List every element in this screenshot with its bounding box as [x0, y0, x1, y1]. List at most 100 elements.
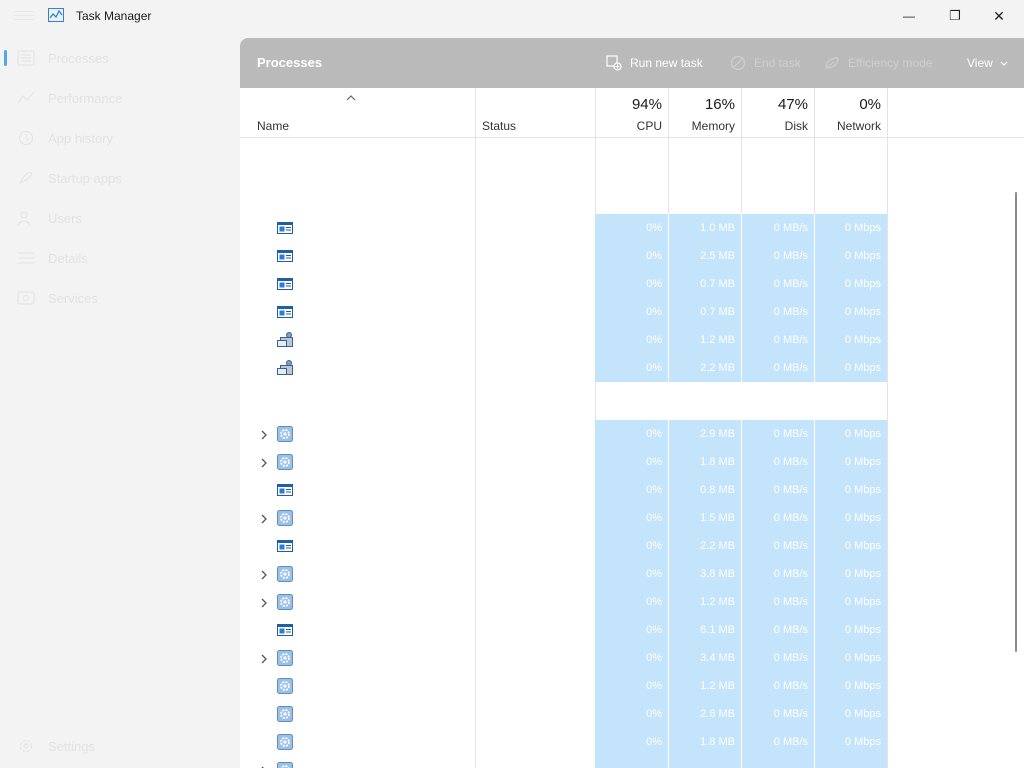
process-row[interactable]: 0% 1.2 MB 0 MB/s 0 Mbps — [240, 588, 888, 616]
maximize-button[interactable]: ❐ — [932, 0, 978, 32]
disk-cell: 0 MB/s — [773, 250, 808, 262]
command-bar: Processes Run new task End task Efficien… — [240, 38, 1024, 88]
process-row[interactable]: 0% 2.2 MB 0 MB/s 0 Mbps — [240, 354, 888, 382]
disk-cell: 0 MB/s — [773, 334, 808, 346]
disk-cell: 0 MB/s — [773, 736, 808, 748]
disk-cell: 0 MB/s — [773, 652, 808, 664]
process-row[interactable]: 0% 1.2 MB 0 MB/s 0 Mbps — [240, 326, 888, 354]
cpu-cell: 0% — [646, 278, 662, 290]
process-row[interactable]: 0% 1.2 MB 0 MB/s 0 Mbps — [240, 672, 888, 700]
network-cell: 0 Mbps — [844, 736, 881, 748]
sidebar-item-startup-apps[interactable]: Startup apps — [0, 160, 236, 196]
sidebar-item-settings[interactable]: Settings — [0, 728, 236, 764]
disk-cell: 0 MB/s — [773, 708, 808, 720]
sidebar-item-app-history[interactable]: App history — [0, 120, 236, 156]
processes-icon — [17, 50, 35, 66]
memory-cell: 0.7 MB — [700, 306, 735, 318]
vertical-scrollbar[interactable] — [1015, 192, 1017, 652]
process-row[interactable]: 0% 2.2 MB 0 MB/s 0 Mbps — [240, 532, 888, 560]
menu-icon[interactable] — [14, 8, 34, 24]
sidebar-item-services[interactable]: Services — [0, 280, 236, 316]
memory-cell: 2.5 MB — [700, 250, 735, 262]
chevron-right-icon[interactable] — [259, 652, 269, 664]
column-header-cpu[interactable]: 94% CPU — [595, 88, 668, 138]
service-host-icon — [277, 360, 293, 376]
chevron-right-icon[interactable] — [259, 764, 269, 768]
chevron-right-icon[interactable] — [259, 456, 269, 468]
disk-cell: 0 MB/s — [773, 222, 808, 234]
process-row[interactable]: 0% 1.8 MB 0 MB/s 0 Mbps — [240, 448, 888, 476]
sidebar-item-label: Users — [48, 210, 82, 226]
sidebar-item-details[interactable]: Details — [0, 240, 236, 276]
sidebar-item-processes[interactable]: Processes — [0, 40, 236, 76]
app-window-icon — [277, 248, 293, 264]
column-header-disk[interactable]: 47% Disk — [741, 88, 814, 138]
cpu-cell: 0% — [646, 596, 662, 608]
minimize-button[interactable]: — — [886, 0, 932, 32]
cpu-cell: 0% — [646, 428, 662, 440]
network-cell: 0 Mbps — [844, 540, 881, 552]
end-task-button[interactable]: End task — [730, 54, 801, 72]
memory-cell: 3.4 MB — [700, 652, 735, 664]
gear-icon — [277, 762, 293, 768]
process-row[interactable]: 0% 0.7 MB 0 MB/s 0 Mbps — [240, 270, 888, 298]
chevron-right-icon[interactable] — [259, 428, 269, 440]
cpu-cell: 0% — [646, 568, 662, 580]
sidebar-item-users[interactable]: Users — [0, 200, 236, 236]
cpu-column-label: CPU — [636, 119, 662, 133]
cpu-cell: 0% — [646, 334, 662, 346]
app-window-icon — [277, 276, 293, 292]
app-window-icon — [277, 482, 293, 498]
minimize-icon: — — [903, 9, 915, 23]
column-header-memory[interactable]: 16% Memory — [668, 88, 741, 138]
process-row[interactable]: 0% 6.1 MB 0 MB/s 0 Mbps — [240, 616, 888, 644]
active-indicator — [4, 50, 7, 66]
process-row[interactable]: 0% 0.8 MB 0 MB/s 0 Mbps — [240, 476, 888, 504]
column-header-network[interactable]: 0% Network — [814, 88, 887, 138]
network-cell: 0 Mbps — [844, 484, 881, 496]
process-row[interactable] — [240, 756, 888, 768]
network-cell: 0 Mbps — [844, 362, 881, 374]
cpu-cell: 0% — [646, 484, 662, 496]
chevron-right-icon[interactable] — [259, 512, 269, 524]
efficiency-mode-button[interactable]: Efficiency mode — [824, 54, 933, 72]
process-row[interactable]: 0% 3.4 MB 0 MB/s 0 Mbps — [240, 644, 888, 672]
process-row[interactable]: 0% 2.6 MB 0 MB/s 0 Mbps — [240, 700, 888, 728]
network-cell: 0 Mbps — [844, 456, 881, 468]
sidebar-item-label: Startup apps — [48, 170, 122, 186]
process-row[interactable]: 0% 1.0 MB 0 MB/s 0 Mbps — [240, 214, 888, 242]
view-button[interactable]: View — [967, 54, 1008, 72]
run-new-task-button[interactable]: Run new task — [606, 54, 703, 72]
process-row[interactable]: 0% 2.5 MB 0 MB/s 0 Mbps — [240, 242, 888, 270]
gear-icon — [277, 566, 293, 582]
app-history-icon — [17, 130, 35, 146]
gear-icon — [277, 734, 293, 750]
run-task-icon — [606, 55, 622, 71]
chevron-right-icon[interactable] — [259, 596, 269, 608]
cpu-cell: 0% — [646, 222, 662, 234]
network-cell: 0 Mbps — [844, 568, 881, 580]
network-cell: 0 Mbps — [844, 596, 881, 608]
process-row[interactable]: 0% 3.8 MB 0 MB/s 0 Mbps — [240, 560, 888, 588]
network-cell: 0 Mbps — [844, 222, 881, 234]
cpu-cell: 0% — [646, 306, 662, 318]
process-row[interactable]: 0% 2.9 MB 0 MB/s 0 Mbps — [240, 420, 888, 448]
memory-cell: 6.1 MB — [700, 624, 735, 636]
cpu-cell: 0% — [646, 736, 662, 748]
column-header-status[interactable]: Status — [475, 88, 595, 138]
gear-icon — [277, 426, 293, 442]
memory-cell: 2.2 MB — [700, 540, 735, 552]
disk-cell: 0 MB/s — [773, 540, 808, 552]
services-icon — [17, 290, 35, 306]
chevron-right-icon[interactable] — [259, 568, 269, 580]
process-row[interactable]: 0% 1.5 MB 0 MB/s 0 Mbps — [240, 504, 888, 532]
process-row[interactable]: 0% 1.8 MB 0 MB/s 0 Mbps — [240, 728, 888, 756]
app-title: Task Manager — [76, 9, 152, 23]
sidebar-item-performance[interactable]: Performance — [0, 80, 236, 116]
cpu-cell: 0% — [646, 652, 662, 664]
sidebar-item-label: App history — [48, 130, 114, 146]
column-header-name[interactable]: Name — [240, 88, 475, 138]
process-row[interactable]: 0% 0.7 MB 0 MB/s 0 Mbps — [240, 298, 888, 326]
close-button[interactable]: ✕ — [976, 0, 1022, 32]
memory-cell: 2.6 MB — [700, 708, 735, 720]
